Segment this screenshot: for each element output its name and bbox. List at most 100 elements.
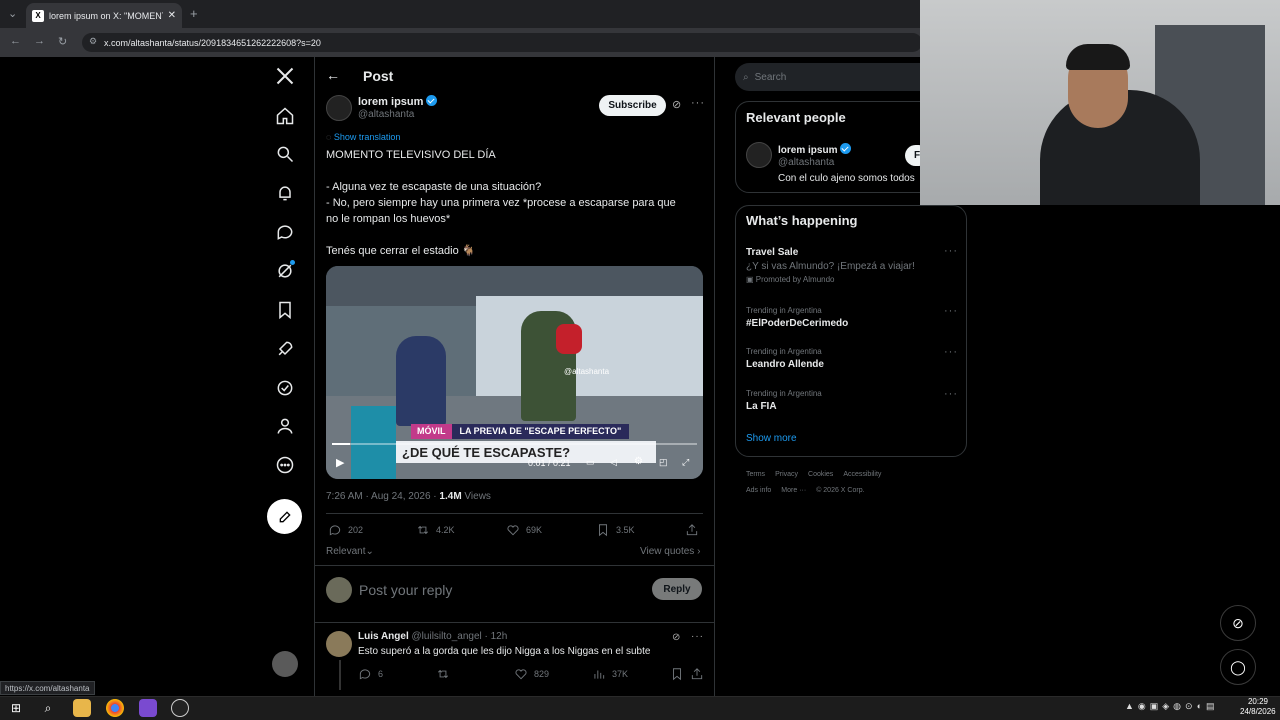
trend-more-icon[interactable]: ···	[944, 245, 958, 257]
new-tab-icon[interactable]: +	[190, 6, 198, 21]
app-icon[interactable]	[139, 699, 157, 717]
heart-icon	[515, 669, 527, 680]
author-handle[interactable]: @altashanta	[358, 109, 414, 120]
subscribe-button[interactable]: Subscribe	[599, 95, 666, 116]
comment-time[interactable]: · 12h	[485, 631, 508, 642]
post-timestamp[interactable]: 7:26 AM · Aug 24, 2026 ·	[326, 491, 439, 502]
clock[interactable]: 20:29 24/8/2026	[1240, 697, 1276, 717]
reply-input[interactable]: Post your reply	[359, 582, 452, 598]
comment-author-name[interactable]: Luis Angel	[358, 631, 409, 642]
like-action[interactable]: 69K	[506, 523, 542, 537]
comment-author-handle[interactable]: @luilsilto_angel	[412, 631, 482, 642]
comment-grok-icon[interactable]: ⊘	[672, 632, 680, 643]
captions-icon[interactable]: ▭	[586, 457, 595, 468]
forward-icon[interactable]: →	[34, 35, 45, 47]
webcam-overlay	[920, 0, 1280, 205]
x-favicon-icon: X	[32, 9, 44, 22]
trend-item[interactable]: Trending in Argentina La FIA	[746, 389, 958, 412]
footer-link[interactable]: Accessibility	[843, 471, 881, 478]
search-input[interactable]: Search	[755, 72, 787, 83]
post-more-icon[interactable]: ···	[691, 97, 705, 109]
trend-promo: Promoted by Almundo	[755, 275, 835, 284]
back-arrow-icon[interactable]: ←	[326, 67, 340, 83]
browser-tab[interactable]: X lorem ipsum on X: "MOMENTO ✕	[26, 3, 182, 28]
video-player[interactable]: @altashanta MÓVIL LA PREVIA DE "ESCAPE P…	[326, 266, 703, 479]
compose-post-button[interactable]	[267, 499, 302, 534]
url-input[interactable]: ⚙ x.com/altashanta/status/20918346512622…	[82, 33, 922, 52]
messages-icon[interactable]	[272, 219, 298, 245]
site-info-icon[interactable]: ⚙	[89, 36, 97, 47]
x-logo-icon[interactable]	[275, 66, 297, 88]
grok-explain-icon[interactable]: ⊘	[672, 98, 681, 111]
windows-start-icon[interactable]: ⊞	[7, 699, 25, 717]
show-more-link[interactable]: Show more	[746, 433, 797, 444]
comment-avatar[interactable]	[326, 631, 352, 657]
bookmark-action[interactable]: 3.5K	[596, 523, 635, 537]
view-quotes-label: View quotes	[640, 546, 695, 557]
more-icon[interactable]	[272, 452, 298, 478]
taskbar-search-icon[interactable]: ⌕	[39, 699, 57, 717]
relevant-name-row[interactable]: lorem ipsum	[778, 143, 852, 156]
footer-link[interactable]: Cookies	[808, 471, 833, 478]
footer-link[interactable]: Privacy	[775, 471, 798, 478]
profile-icon[interactable]	[272, 413, 298, 439]
whats-happening-title: What’s happening	[746, 213, 858, 228]
back-icon[interactable]: ←	[10, 35, 21, 47]
trend-more-icon[interactable]: ···	[944, 346, 958, 358]
share-action[interactable]	[685, 523, 699, 537]
search-nav-icon[interactable]	[272, 141, 298, 167]
banner-tag: MÓVIL	[411, 424, 452, 439]
mute-icon[interactable]: ◁	[610, 457, 617, 468]
pip-icon[interactable]: ◰	[659, 457, 668, 468]
view-quotes-link[interactable]: View quotes ›	[640, 546, 700, 557]
author-name-row[interactable]: lorem ipsum	[358, 95, 438, 108]
comment-views-action[interactable]: 37K	[592, 667, 628, 681]
relevant-avatar[interactable]	[746, 142, 772, 168]
thread-line	[339, 660, 341, 690]
system-tray-icons[interactable]: ▲◉▣◈◍⊙◐▤	[1125, 701, 1219, 712]
chrome-icon[interactable]	[106, 699, 124, 717]
comment-share-action[interactable]	[690, 667, 704, 681]
trend-item[interactable]: Travel Sale ¿Y si vas Almundo? ¡Empezá a…	[746, 247, 958, 284]
file-explorer-icon[interactable]	[73, 699, 91, 717]
repost-action[interactable]: 4.2K	[416, 523, 455, 537]
footer-link[interactable]: Terms	[746, 471, 765, 478]
video-progress-track[interactable]	[332, 443, 697, 445]
verified-orgs-icon[interactable]	[272, 375, 298, 401]
trend-item[interactable]: Trending in Argentina #ElPoderDeCerimedo	[746, 306, 958, 329]
author-avatar[interactable]	[326, 95, 352, 121]
reload-icon[interactable]: ↻	[58, 35, 67, 48]
sort-dropdown[interactable]: Relevant⌄	[326, 546, 374, 557]
settings-icon[interactable]: ⚙	[634, 456, 643, 467]
grok-float-button[interactable]: ⊘	[1220, 605, 1256, 641]
close-tab-icon[interactable]: ✕	[168, 10, 176, 21]
show-translation-link[interactable]: ◌ Show translation	[326, 132, 400, 142]
trend-item[interactable]: Trending in Argentina Leandro Allende	[746, 347, 958, 370]
premium-rocket-icon[interactable]	[272, 336, 298, 362]
footer-link[interactable]: More ···	[781, 487, 806, 494]
comment-like-action[interactable]: 829	[514, 667, 549, 681]
comment-more-icon[interactable]: ···	[691, 631, 704, 642]
obs-icon[interactable]	[171, 699, 189, 717]
comment-bookmark-action[interactable]	[670, 667, 684, 681]
play-icon[interactable]: ▶	[336, 456, 344, 469]
grok-icon[interactable]	[272, 258, 298, 284]
trend-more-icon[interactable]: ···	[944, 305, 958, 317]
notifications-icon[interactable]	[272, 180, 298, 206]
status-url: https://x.com/altashanta	[0, 681, 95, 695]
reply-action[interactable]: 202	[328, 523, 363, 537]
home-icon[interactable]	[272, 103, 298, 129]
banner-text: LA PREVIA DE "ESCAPE PERFECTO"	[451, 424, 630, 439]
reply-button[interactable]: Reply	[652, 578, 702, 600]
search-box[interactable]: ⌕ Search	[735, 63, 935, 91]
messages-float-button[interactable]: ◯	[1220, 649, 1256, 685]
account-avatar[interactable]	[272, 651, 298, 677]
trend-more-icon[interactable]: ···	[944, 388, 958, 400]
url-text: x.com/altashanta/status/2091834651262222…	[104, 37, 321, 48]
tab-list-icon[interactable]: ⌄	[8, 7, 17, 20]
bookmarks-icon[interactable]	[272, 297, 298, 323]
comment-repost-action[interactable]	[436, 667, 450, 681]
fullscreen-icon[interactable]: ⤢	[682, 457, 689, 468]
footer-link[interactable]: Ads info	[746, 487, 771, 494]
comment-reply-action[interactable]: 6	[358, 667, 383, 681]
